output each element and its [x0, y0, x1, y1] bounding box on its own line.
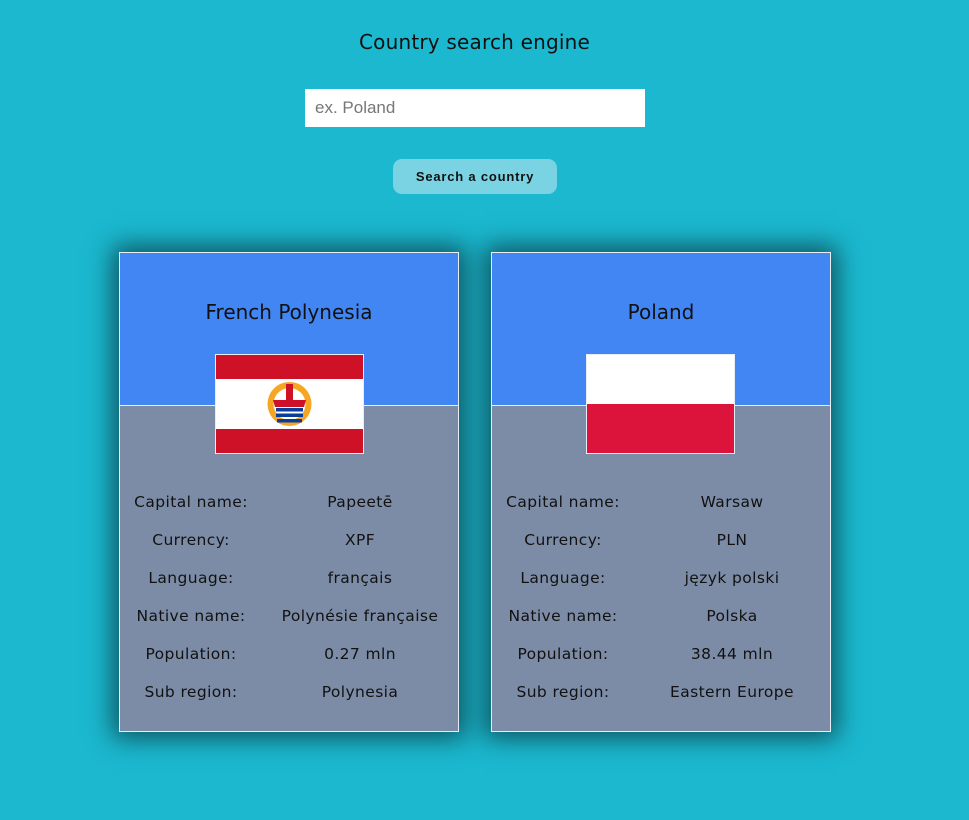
detail-row-currency: Currency: PLN: [492, 531, 830, 569]
population-label: Population:: [517, 645, 609, 663]
capital-label: Capital name:: [134, 493, 248, 511]
native-name-value: Polynésie française: [281, 607, 439, 625]
language-label: Language:: [148, 569, 234, 587]
country-card-french-polynesia: French Polynesia Capital name: Papeetē C…: [119, 252, 459, 732]
language-value: français: [327, 569, 393, 587]
currency-value: XPF: [344, 531, 376, 549]
country-card-poland: Poland Capital name: Warsaw Currency: PL…: [491, 252, 831, 732]
flag-graphic: [587, 355, 734, 453]
detail-row-sub-region: Sub region: Polynesia: [120, 683, 458, 721]
detail-row-capital: Capital name: Papeetē: [120, 493, 458, 531]
country-name: Poland: [627, 300, 695, 324]
detail-row-sub-region: Sub region: Eastern Europe: [492, 683, 830, 721]
country-details: Capital name: Papeetē Currency: XPF Lang…: [120, 493, 458, 721]
sub-region-label: Sub region:: [144, 683, 238, 701]
country-name: French Polynesia: [205, 300, 373, 324]
french-polynesia-flag-icon: [215, 354, 364, 454]
detail-row-language: Language: język polski: [492, 569, 830, 607]
detail-row-population: Population: 38.44 mln: [492, 645, 830, 683]
detail-row-native-name: Native name: Polynésie française: [120, 607, 458, 645]
poland-flag-icon: [586, 354, 735, 454]
search-input[interactable]: [305, 89, 645, 127]
detail-row-language: Language: français: [120, 569, 458, 607]
detail-row-capital: Capital name: Warsaw: [492, 493, 830, 531]
sub-region-label: Sub region:: [516, 683, 610, 701]
native-name-label: Native name:: [136, 607, 246, 625]
population-value: 38.44 mln: [690, 645, 774, 663]
language-label: Language:: [520, 569, 606, 587]
detail-row-native-name: Native name: Polska: [492, 607, 830, 645]
detail-row-currency: Currency: XPF: [120, 531, 458, 569]
currency-value: PLN: [716, 531, 748, 549]
population-value: 0.27 mln: [324, 645, 396, 663]
language-value: język polski: [684, 569, 780, 587]
sub-region-value: Eastern Europe: [670, 683, 794, 701]
currency-label: Currency:: [524, 531, 602, 549]
population-label: Population:: [145, 645, 237, 663]
capital-value: Papeetē: [327, 493, 393, 511]
sub-region-value: Polynesia: [321, 683, 399, 701]
flag-graphic: [216, 355, 363, 453]
search-button[interactable]: Search a country: [393, 159, 557, 194]
capital-label: Capital name:: [506, 493, 620, 511]
native-name-label: Native name:: [508, 607, 618, 625]
currency-label: Currency:: [152, 531, 230, 549]
page-title: Country search engine: [358, 30, 591, 54]
detail-row-population: Population: 0.27 mln: [120, 645, 458, 683]
capital-value: Warsaw: [700, 493, 764, 511]
native-name-value: Polska: [706, 607, 758, 625]
country-details: Capital name: Warsaw Currency: PLN Langu…: [492, 493, 830, 721]
